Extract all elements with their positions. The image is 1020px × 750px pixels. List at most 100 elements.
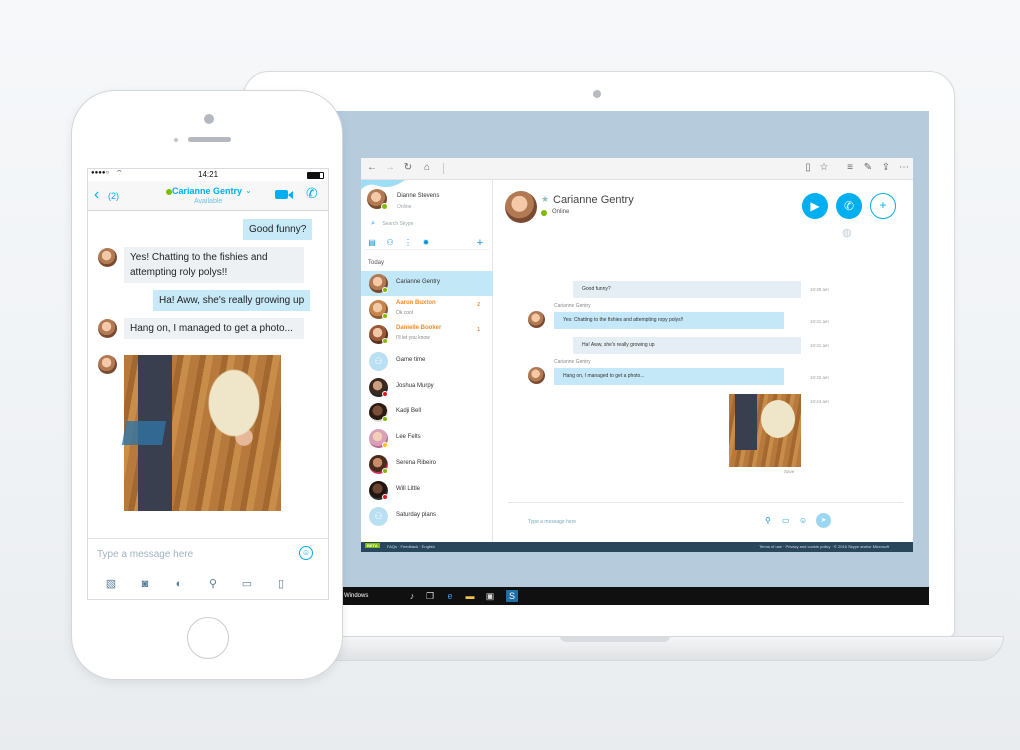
photo-content bbox=[735, 394, 757, 450]
avatar bbox=[528, 311, 545, 328]
web-note-icon[interactable]: ✎ bbox=[861, 161, 875, 175]
last-message-preview: I'll let you know bbox=[396, 335, 430, 341]
chat-contact-status: Available bbox=[194, 198, 223, 205]
contact-item-will-little[interactable]: Will Little bbox=[361, 478, 493, 503]
task-view-icon[interactable]: ❐ bbox=[424, 590, 436, 602]
phone-call-icon[interactable]: ✆ bbox=[306, 185, 318, 202]
section-label: Today bbox=[368, 260, 385, 266]
message-input[interactable]: Type a message here bbox=[97, 549, 193, 560]
contact-item-carianne-gentry[interactable]: Carianne Gentry bbox=[361, 271, 493, 296]
chevron-down-icon[interactable]: ⌄ bbox=[245, 186, 252, 195]
mobile-status-bar: ●●●●○ ⌔ 14:21 bbox=[88, 169, 328, 181]
reading-view-icon[interactable]: ▯ bbox=[801, 161, 815, 175]
contact-item-lee-felts[interactable]: Lee Felts bbox=[361, 426, 493, 451]
message-bubble-incoming: Yes! Chatting to the fishies and attempt… bbox=[124, 247, 304, 283]
dialpad-icon[interactable]: ⋮ bbox=[403, 238, 413, 248]
add-contact-icon[interactable]: ⚇ bbox=[385, 238, 395, 248]
contact-name: Kadji Bell bbox=[396, 408, 422, 414]
address-divider bbox=[443, 163, 444, 174]
message-bubble-outgoing: Good funny? bbox=[243, 219, 313, 240]
back-arrow-icon[interactable]: ← bbox=[365, 161, 379, 175]
message-bubble-outgoing: Ha! Aww, she's really growing up bbox=[573, 337, 801, 354]
wifi-icon: ⌔ bbox=[116, 170, 123, 177]
emoticon-icon[interactable]: ☺ bbox=[799, 516, 807, 525]
conversation-status: Online bbox=[552, 209, 570, 215]
profile-name[interactable]: Dianne Stevens bbox=[397, 193, 439, 199]
video-call-icon[interactable] bbox=[275, 190, 288, 199]
location-icon[interactable]: ⚲ bbox=[205, 577, 221, 591]
contacts-icon[interactable]: ▤ bbox=[367, 238, 377, 248]
contact-item-saturday-plans[interactable]: ⚇ Saturday plans bbox=[361, 504, 493, 529]
add-people-button[interactable]: + bbox=[870, 193, 896, 219]
video-call-icon-lens bbox=[288, 191, 293, 199]
store-icon[interactable]: ▣ bbox=[484, 590, 496, 602]
message-bubble-incoming: Hang on, I managed to get a photo... bbox=[124, 318, 304, 339]
favorite-star-icon[interactable]: ☆ bbox=[817, 161, 831, 175]
unread-count-badge: 2 bbox=[477, 302, 480, 308]
skype-taskbar-icon[interactable]: S bbox=[506, 590, 518, 602]
contact-item-kadji-bell[interactable]: Kadji Bell bbox=[361, 400, 493, 425]
emoticon-icon[interactable]: ☺ bbox=[299, 546, 313, 560]
contact-item-joshua-murpy[interactable]: Joshua Murpy bbox=[361, 375, 493, 400]
contact-item-game-time[interactable]: ⚇ Game time bbox=[361, 349, 493, 374]
file-explorer-icon[interactable]: ▬ bbox=[464, 590, 476, 602]
favorite-star-icon[interactable]: ★ bbox=[541, 194, 549, 205]
contact-item-aaron-buxton[interactable]: Aaron Buxton Ok cool 2 bbox=[361, 297, 493, 322]
contact-card-icon[interactable]: ▭ bbox=[782, 516, 790, 525]
file-icon[interactable]: ▯ bbox=[273, 577, 289, 591]
phone-home-button[interactable] bbox=[187, 617, 229, 659]
settings-gear-icon[interactable]: ✹ bbox=[421, 238, 431, 248]
home-icon[interactable]: ⌂ bbox=[420, 161, 434, 175]
clock: 14:21 bbox=[198, 170, 219, 179]
message-bubble-incoming: Hang on, I managed to get a photo... bbox=[554, 368, 784, 385]
camera-icon[interactable]: ◙ bbox=[137, 577, 153, 591]
contact-item-danielle-booker[interactable]: Danielle Booker I'll let you know 1 bbox=[361, 322, 493, 347]
forward-arrow-icon[interactable]: → bbox=[383, 161, 397, 175]
taskbar-search-label[interactable]: Windows bbox=[344, 593, 368, 599]
busy-status-icon bbox=[382, 391, 388, 397]
new-conversation-plus-icon[interactable]: + bbox=[475, 238, 485, 249]
avatar bbox=[98, 319, 117, 338]
group-icon: ⚇ bbox=[369, 507, 388, 526]
add-person-icon: + bbox=[879, 198, 887, 212]
photo-content bbox=[761, 400, 795, 438]
contact-name: Danielle Booker bbox=[396, 325, 442, 331]
contact-name: Saturday plans bbox=[396, 512, 437, 518]
online-status-icon bbox=[382, 416, 388, 422]
conversation-title: Carianne Gentry bbox=[553, 194, 634, 206]
busy-status-icon bbox=[382, 494, 388, 500]
message-time: 10:31 am bbox=[810, 343, 829, 348]
online-status-icon bbox=[382, 338, 388, 344]
photo-save-link[interactable]: Save bbox=[784, 469, 794, 474]
last-message-preview: Ok cool bbox=[396, 310, 413, 316]
windows-taskbar: Windows ♪ ❐ e ▬ ▣ S bbox=[266, 587, 929, 605]
media-icon[interactable]: ▧ bbox=[103, 577, 119, 591]
search-field[interactable]: ⌕ Search Skype bbox=[371, 220, 486, 232]
footer-legal[interactable]: Terms of use · Privacy and cookie policy… bbox=[759, 544, 889, 549]
video-message-icon[interactable]: ◐ bbox=[171, 577, 187, 591]
online-status-icon bbox=[382, 468, 388, 474]
send-button[interactable]: ➤ bbox=[816, 513, 831, 528]
video-call-button[interactable]: ▶ bbox=[802, 193, 828, 219]
footer-links[interactable]: FAQs · Feedback · English bbox=[387, 544, 435, 549]
contact-card-icon[interactable]: ▭ bbox=[239, 577, 255, 591]
hub-icon[interactable]: ≡ bbox=[843, 161, 857, 175]
back-unread-count[interactable]: (2) bbox=[108, 191, 119, 201]
message-input[interactable]: Type a message here bbox=[528, 519, 576, 525]
share-icon[interactable]: ⇪ bbox=[879, 161, 893, 175]
conversation-avatar[interactable] bbox=[505, 191, 537, 223]
message-bubble-outgoing: Ha! Aww, she's really growing up bbox=[153, 290, 311, 311]
edge-browser-icon[interactable]: e bbox=[444, 590, 456, 602]
back-chevron-icon[interactable]: ‹ bbox=[94, 187, 99, 203]
more-icon[interactable]: ⋯ bbox=[897, 161, 911, 175]
shared-photo-thumbnail[interactable] bbox=[729, 394, 801, 467]
send-file-icon[interactable]: ⚲ bbox=[765, 516, 771, 525]
phone-sensor bbox=[174, 138, 178, 142]
contact-name: Carianne Gentry bbox=[396, 279, 441, 285]
contact-item-serena-ribeiro[interactable]: Serena Ribeiro bbox=[361, 452, 493, 477]
globe-icon[interactable]: ◍ bbox=[842, 226, 852, 239]
microphone-icon[interactable]: ♪ bbox=[406, 590, 418, 602]
chat-contact-name[interactable]: Carianne Gentry bbox=[172, 186, 242, 196]
refresh-icon[interactable]: ↻ bbox=[401, 161, 415, 175]
audio-call-button[interactable]: ✆ bbox=[836, 193, 862, 219]
